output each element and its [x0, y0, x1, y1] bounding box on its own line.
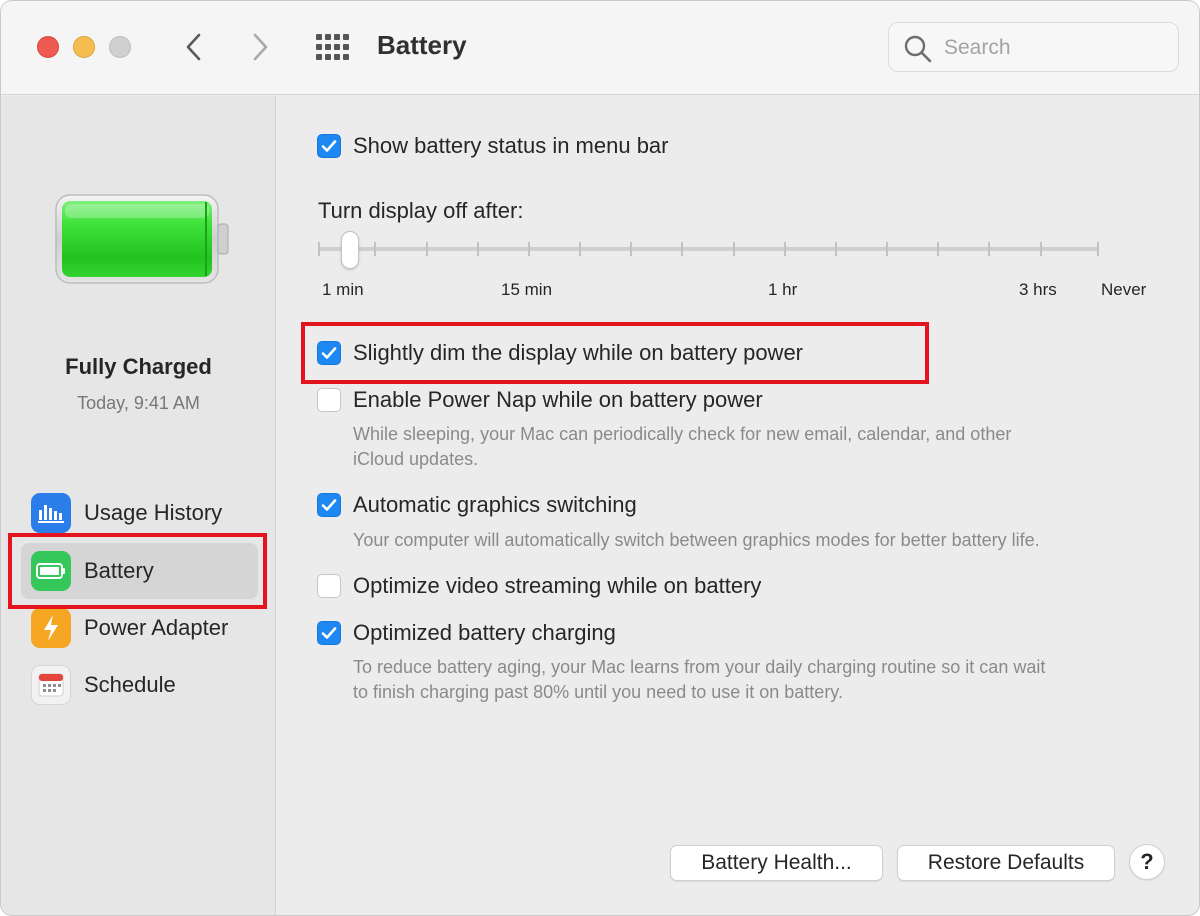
slider-tick	[1097, 242, 1099, 256]
video-streaming-label: Optimize video streaming while on batter…	[353, 573, 762, 598]
battery-level-icon	[55, 194, 231, 291]
battery-charging-label: Optimized battery charging	[353, 620, 616, 645]
sidebar-item-schedule[interactable]: Schedule	[21, 657, 258, 713]
video-streaming-checkbox[interactable]	[317, 574, 341, 598]
slider-tick	[988, 242, 990, 256]
zoom-window-button[interactable]	[109, 36, 131, 58]
slider-tick	[937, 242, 939, 256]
graphics-switching-option: Automatic graphics switching	[317, 492, 637, 518]
graphics-switching-checkbox[interactable]	[317, 493, 341, 517]
grid-icon	[316, 34, 349, 60]
sidebar-item-label: Battery	[84, 558, 154, 583]
slider-tick	[733, 242, 735, 256]
slider-tick	[318, 242, 320, 256]
slider-tick	[477, 242, 479, 256]
charge-timestamp: Today, 9:41 AM	[77, 393, 200, 413]
slider-tick	[784, 242, 786, 256]
power-nap-option: Enable Power Nap while on battery power	[317, 387, 763, 413]
battery-charging-checkbox[interactable]	[317, 621, 341, 645]
slider-label-3-hrs: 3 hrs	[1019, 280, 1057, 299]
slider-tick	[886, 242, 888, 256]
bar-chart-icon	[31, 493, 71, 533]
slider-tick	[630, 242, 632, 256]
slider-tick	[528, 242, 530, 256]
checkmark-icon	[321, 627, 337, 639]
slider-label-1-hr: 1 hr	[768, 280, 798, 299]
battery-charging-description-line: to finish charging past 80% until you ne…	[353, 682, 843, 702]
system-preferences-window: Battery Search Fully Charged Today, 9:41…	[0, 0, 1200, 916]
sidebar-item-label: Usage History	[84, 500, 223, 525]
title-bar: Battery	[1, 1, 1199, 95]
battery-icon	[31, 551, 71, 591]
dim-display-label: Slightly dim the display while on batter…	[353, 340, 804, 365]
help-button[interactable]: ?	[1129, 844, 1165, 880]
search-field[interactable]	[888, 22, 1179, 72]
slider-label-1-min: 1 min	[322, 280, 364, 299]
restore-defaults-button[interactable]: Restore Defaults	[897, 845, 1115, 881]
back-button[interactable]	[179, 31, 209, 63]
sidebar-item-power-adapter[interactable]: Power Adapter	[21, 600, 258, 656]
charge-status: Fully Charged	[65, 354, 212, 379]
power-nap-description: While sleeping, your Mac can periodicall…	[353, 422, 1193, 472]
search-icon	[904, 35, 932, 63]
slider-label-never: Never	[1101, 280, 1147, 299]
checkmark-icon	[321, 347, 337, 359]
checkmark-icon	[321, 499, 337, 511]
display-off-slider-knob[interactable]	[341, 231, 359, 269]
show-battery-status-checkbox[interactable]	[317, 134, 341, 158]
sidebar-item-battery[interactable]: Battery	[21, 543, 258, 599]
video-streaming-option: Optimize video streaming while on batter…	[317, 573, 761, 599]
power-nap-description-line: iCloud updates.	[353, 449, 479, 469]
sidebar-item-usage-history[interactable]: Usage History	[21, 485, 258, 541]
lightning-bolt-icon	[31, 608, 71, 648]
power-nap-checkbox[interactable]	[317, 388, 341, 412]
slider-tick	[681, 242, 683, 256]
dim-display-checkbox[interactable]	[317, 341, 341, 365]
forward-button[interactable]	[245, 31, 275, 63]
checkmark-icon	[321, 140, 337, 152]
display-off-title: Turn display off after:	[318, 198, 524, 223]
show-all-button[interactable]	[316, 34, 350, 60]
sidebar: Fully Charged Today, 9:41 AM Usage Histo…	[1, 96, 276, 915]
sidebar-item-label: Power Adapter	[84, 615, 229, 640]
slider-tick	[426, 242, 428, 256]
window-title: Battery	[377, 30, 467, 60]
battery-settings-panel: Show battery status in menu bar Turn dis…	[277, 96, 1199, 915]
sidebar-item-label: Schedule	[84, 672, 176, 697]
slider-label-15-min: 15 min	[501, 280, 553, 299]
close-window-button[interactable]	[37, 36, 59, 58]
slider-tick	[374, 242, 376, 256]
graphics-switching-description: Your computer will automatically switch …	[353, 530, 1040, 550]
calendar-icon	[31, 665, 71, 705]
display-off-slider-track[interactable]	[318, 247, 1099, 251]
show-battery-status-option: Show battery status in menu bar	[317, 133, 669, 159]
power-nap-label: Enable Power Nap while on battery power	[353, 387, 763, 412]
chevron-right-icon	[253, 33, 268, 61]
slider-tick	[835, 242, 837, 256]
power-nap-description-line: While sleeping, your Mac can periodicall…	[353, 424, 1012, 444]
search-input[interactable]	[944, 33, 1164, 63]
battery-health-button[interactable]: Battery Health...	[670, 845, 883, 881]
battery-charging-option: Optimized battery charging	[317, 620, 616, 646]
minimize-window-button[interactable]	[73, 36, 95, 58]
chevron-left-icon	[186, 33, 201, 61]
slider-tick	[579, 242, 581, 256]
battery-charging-description-line: To reduce battery aging, your Mac learns…	[353, 657, 1046, 677]
slider-tick	[1040, 242, 1042, 256]
show-battery-status-label: Show battery status in menu bar	[353, 133, 669, 158]
dim-display-option: Slightly dim the display while on batter…	[317, 340, 803, 366]
battery-charging-description: To reduce battery aging, your Mac learns…	[353, 655, 1193, 705]
graphics-switching-label: Automatic graphics switching	[353, 492, 637, 517]
